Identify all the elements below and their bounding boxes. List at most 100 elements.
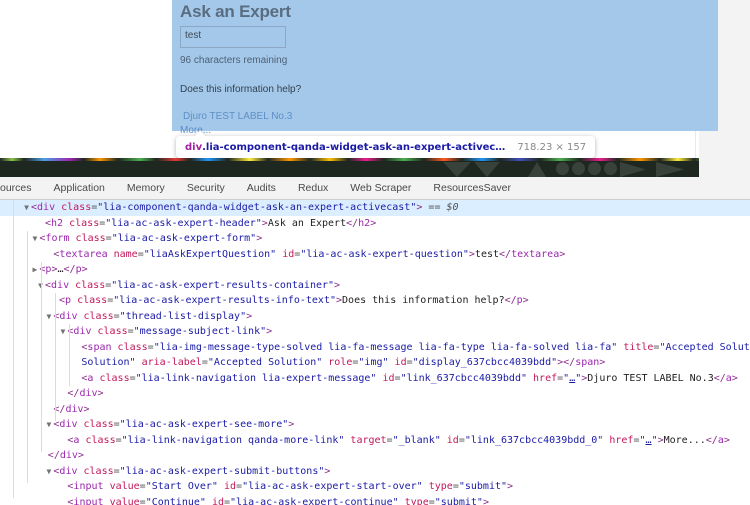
chevron-down-icon[interactable]	[22, 200, 31, 216]
dom-token-punct: </	[499, 248, 512, 260]
devtools-tab-audits[interactable]: Audits	[236, 178, 287, 199]
dom-indent-guide	[13, 200, 14, 498]
dom-tree-row[interactable]: <a class="lia-link-navigation lia-expert…	[0, 371, 750, 387]
dom-tree-row[interactable]: <div class="lia-ac-ask-expert-results-co…	[0, 278, 750, 294]
dom-token-val: "img"	[358, 357, 389, 368]
inspector-tooltip: div .lia-component-qanda-widget-ask-an-ex…	[176, 136, 596, 158]
dom-token-punct: </	[67, 388, 80, 399]
inspected-element-highlight[interactable]: Ask an Expert 96 characters remaining Do…	[172, 0, 718, 157]
dom-tree-row[interactable]: <input value="Continue" id="lia-ac-ask-e…	[0, 495, 750, 505]
dom-token-punct: </	[504, 295, 517, 306]
dom-token-attr: id	[211, 496, 224, 505]
dom-token-tag: div	[79, 388, 98, 399]
dom-tree-row[interactable]: </div>	[0, 448, 750, 464]
dom-tree-row[interactable]: <div class="lia-ac-ask-expert-see-more">	[0, 417, 750, 433]
elements-dom-tree[interactable]: <div class="lia-component-qanda-widget-a…	[0, 200, 750, 505]
dom-token-punct: >	[482, 496, 489, 505]
dom-token-val: "lia-ac-ask-expert-question"	[300, 248, 469, 260]
thread-list-display: Djuro TEST LABEL No.3 More...	[180, 110, 700, 137]
dom-tree-row[interactable]: <div class="message-subject-link">	[0, 324, 750, 340]
dom-token-tag: div	[59, 450, 78, 461]
question-textarea[interactable]	[180, 26, 286, 48]
dom-token-punct: >	[334, 279, 341, 291]
glyph-shape-6	[588, 162, 601, 175]
dom-token-punct: >	[731, 372, 738, 384]
dom-token-attr: class	[61, 202, 92, 213]
devtools-tab-resourcessaver[interactable]: ResourcesSaver	[422, 178, 522, 199]
devtools-tab-redux[interactable]: Redux	[287, 178, 339, 199]
dom-tree-row[interactable]: <a class="lia-link-navigation qanda-more…	[0, 433, 750, 449]
dom-token-attr: href	[609, 434, 634, 446]
dom-token-tag: input	[73, 496, 104, 505]
dom-tree-row[interactable]: </div>	[0, 402, 750, 418]
devtools-tab-web-scraper[interactable]: Web Scraper	[339, 178, 422, 199]
dom-token-tag: span	[575, 357, 600, 368]
expert-message-link[interactable]: Djuro TEST LABEL No.3	[180, 110, 700, 123]
dom-token-val: "lia-ac-ask-expert-header"	[105, 217, 262, 229]
dom-indent-guide	[27, 231, 28, 483]
dom-token-tag: form	[45, 233, 70, 244]
dom-tree-row[interactable]: <form class="lia-ac-ask-expert-form">	[0, 231, 750, 247]
dom-token-punct: >	[723, 434, 730, 446]
dom-token-val: "lia-component-qanda-widget-ask-an-exper…	[97, 202, 417, 213]
dom-token-punct: </	[563, 357, 576, 368]
dom-token-val: "lia-img-message-type-solved lia-fa-mess…	[153, 341, 618, 353]
dom-tree-row[interactable]: <span class="lia-img-message-type-solved…	[0, 340, 750, 356]
dom-tree-row[interactable]: Solution" aria-label="Accepted Solution"…	[0, 355, 750, 371]
dom-token-punct: >	[370, 217, 377, 229]
dom-token-punct: >	[507, 481, 514, 492]
dom-token-punct: >	[599, 357, 606, 368]
dom-token-val: "Continue"	[145, 496, 206, 505]
devtools-tab-security[interactable]: Security	[176, 178, 236, 199]
glyph-shape-3	[528, 162, 546, 177]
dom-token-punct: >	[559, 248, 566, 260]
dom-token-val: "liaAskExpertQuestion"	[143, 248, 277, 260]
dom-indent-guide	[69, 324, 70, 386]
dom-token-val: "message-subject-link"	[133, 326, 267, 337]
glyph-shape-9	[656, 162, 684, 177]
dom-token-punct: >	[256, 233, 263, 244]
dom-token-punct: </	[346, 217, 359, 229]
dom-token-val: "lia-ac-ask-expert-start-over"	[242, 481, 423, 492]
dom-token-attr: class	[77, 295, 108, 306]
dom-token-attr: title	[623, 341, 654, 353]
dom-indent-guide	[55, 293, 56, 421]
dom-token-attr: name	[113, 248, 138, 260]
dom-token-punct: >	[266, 326, 273, 337]
dom-token-punct: >	[246, 310, 253, 322]
dom-token-val: "lia-ac-ask-expert-results-container"	[111, 279, 335, 291]
dom-token-tag: input	[73, 481, 104, 492]
dom-token-attr: class	[75, 233, 106, 244]
dom-token-val: "Start Over"	[145, 481, 218, 492]
devtools-tab-application[interactable]: Application	[43, 178, 116, 199]
dom-token-eq: ==	[428, 202, 441, 213]
dom-tree-row[interactable]: <h2 class="lia-ac-ask-expert-header">Ask…	[0, 216, 750, 232]
dom-token-val: "lia-ac-ask-expert-continue"	[230, 496, 399, 505]
dom-token-val: "Accepted Solution"	[659, 341, 750, 353]
dom-token-text: More...	[663, 434, 706, 446]
dom-tree-row[interactable]: <input value="Start Over" id="lia-ac-ask…	[0, 479, 750, 495]
glyph-shape-7	[604, 162, 617, 175]
dom-tree-row[interactable]: <p class="lia-ac-ask-expert-results-info…	[0, 293, 750, 309]
devtools-tab-memory[interactable]: Memory	[116, 178, 176, 199]
dom-token-val: "lia-ac-ask-expert-results-info-text"	[113, 295, 336, 306]
dom-token-attr: type	[428, 481, 453, 492]
dom-token-sel: $0	[446, 202, 459, 213]
dark-strip-right-pad	[699, 158, 750, 177]
dom-tree-row[interactable]: <textarea name="liaAskExpertQuestion" id…	[0, 247, 750, 263]
dom-tree-row[interactable]: <div class="lia-ac-ask-expert-submit-but…	[0, 464, 750, 480]
dom-token-attr: class	[85, 434, 116, 446]
dom-tree-row[interactable]: <p>…</p>	[0, 262, 750, 278]
dom-tree-row-selected[interactable]: <div class="lia-component-qanda-widget-a…	[0, 200, 750, 216]
dom-token-val: "display_637cbcc4039bdd"	[412, 357, 558, 368]
dom-token-val: "link_637cbcc4039bdd_0"	[464, 434, 604, 446]
dom-token-text: Ask an Expert	[267, 217, 347, 229]
dom-token-tag: div	[73, 326, 92, 337]
dom-token-punct: </	[705, 434, 718, 446]
dom-token-tag: div	[59, 465, 78, 477]
dom-tree-row[interactable]: </div>	[0, 386, 750, 402]
devtools-tab-ources[interactable]: ources	[0, 178, 43, 199]
characters-remaining-label: 96 characters remaining	[180, 55, 288, 66]
dom-tree-row[interactable]: <div class="thread-list-display">	[0, 309, 750, 325]
dom-token-attr: class	[69, 217, 100, 229]
